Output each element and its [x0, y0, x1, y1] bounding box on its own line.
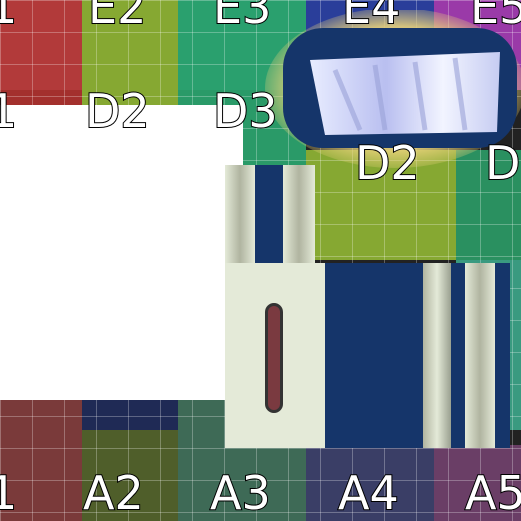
label-a1: 1 [0, 466, 18, 520]
label-e1: 1 [0, 0, 18, 34]
label-e5: E5 [469, 0, 521, 34]
label-d1: 1 [0, 84, 18, 138]
cloth-stripe-right [283, 165, 315, 263]
cloth-stripe-2 [465, 263, 495, 448]
label-e4: E4 [341, 0, 401, 34]
label-d3: D3 [212, 84, 279, 138]
cloth-panel-cream [225, 263, 325, 448]
cloth-panel-navy [325, 263, 510, 448]
label-a2: A2 [82, 466, 145, 520]
label-d5: D [484, 136, 521, 190]
cloth-stripe-1 [423, 263, 451, 448]
label-a3: A3 [209, 466, 272, 520]
label-a4: A4 [337, 466, 400, 520]
label-a5: A5 [464, 466, 521, 520]
cloth-stripe-left [225, 165, 255, 263]
buckle-slot [265, 303, 283, 413]
label-d2b: D2 [354, 136, 421, 190]
label-e3: E3 [212, 0, 272, 34]
label-d2: D2 [84, 84, 151, 138]
label-e2: E2 [87, 0, 147, 34]
cloth-panel-top [225, 165, 315, 263]
